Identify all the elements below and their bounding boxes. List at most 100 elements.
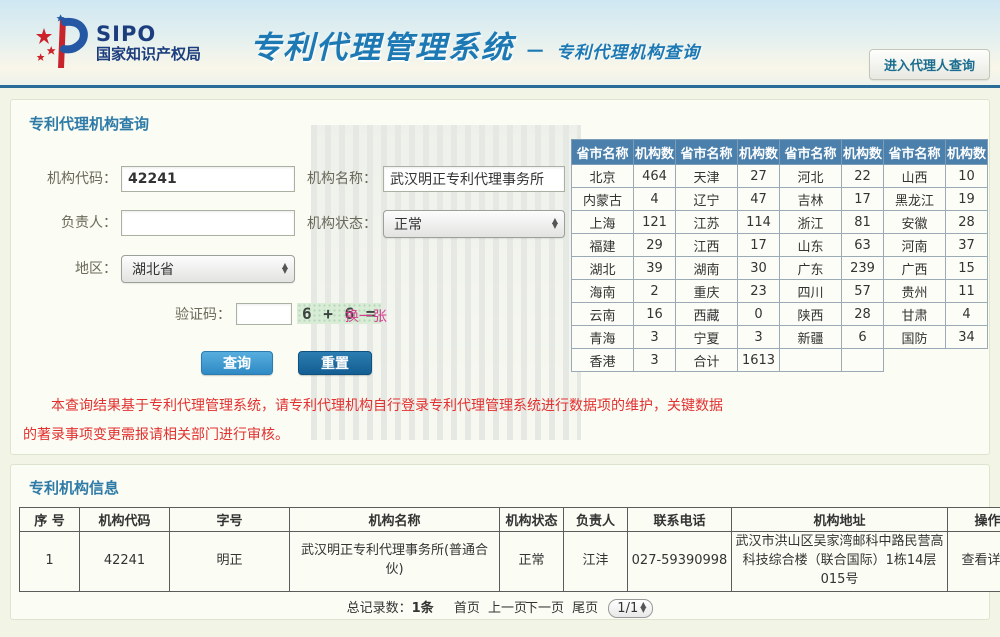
- sipo-emblem-icon: [34, 14, 90, 72]
- query-panel: 专利代理机构查询 机构代码： 机构名称： 负责人： 机构状态： 正常 地区： 湖…: [10, 99, 990, 455]
- province-name-cell: 云南: [572, 303, 634, 326]
- province-row: 内蒙古4辽宁47吉林17黑龙江19: [572, 188, 988, 211]
- select-arrows-icon: [638, 603, 648, 613]
- org-count-cell: 3: [634, 326, 676, 349]
- province-count-table: 省市名称机构数省市名称机构数省市名称机构数省市名称机构数 北京464天津27河北…: [571, 139, 988, 372]
- province-name-cell: 新疆: [780, 326, 842, 349]
- org-count-cell: 114: [738, 211, 780, 234]
- org-count-cell: 464: [634, 165, 676, 188]
- org-count-header: 机构数: [634, 140, 676, 165]
- total-records-label: 总记录数：: [347, 601, 412, 616]
- manager-input[interactable]: [121, 210, 295, 236]
- province-name-cell: [780, 349, 842, 372]
- province-name-cell: 宁夏: [676, 326, 738, 349]
- result-cell: 江沣: [564, 532, 628, 592]
- province-name-cell: 内蒙古: [572, 188, 634, 211]
- search-button[interactable]: 查询: [201, 351, 273, 375]
- result-cell: 42241: [80, 532, 170, 592]
- province-name-cell: 陕西: [780, 303, 842, 326]
- province-name-header: 省市名称: [572, 140, 634, 165]
- select-arrows-icon: [550, 219, 560, 229]
- province-name-cell: 海南: [572, 280, 634, 303]
- province-name-cell: 合计: [676, 349, 738, 372]
- province-row: 香港3合计1613: [572, 349, 988, 372]
- prev-page-link[interactable]: 上一页: [488, 601, 527, 616]
- province-name-cell: 北京: [572, 165, 634, 188]
- captcha-refresh-link[interactable]: 换一张: [345, 306, 387, 326]
- province-name-cell: 福建: [572, 234, 634, 257]
- region-label: 地区：: [13, 256, 117, 282]
- province-row: 福建29江西17山东63河南37: [572, 234, 988, 257]
- title-dash: －: [525, 39, 545, 63]
- result-row: 142241明正武汉明正专利代理事务所(普通合伙)正常江沣027-5939099…: [20, 532, 1000, 592]
- province-name-cell: 浙江: [780, 211, 842, 234]
- logo-org-text: 国家知识产权局: [96, 46, 201, 63]
- org-count-cell: 22: [842, 165, 884, 188]
- org-count-cell: 28: [842, 303, 884, 326]
- org-count-cell: 6: [842, 326, 884, 349]
- result-column-header: 字号: [170, 508, 290, 532]
- province-name-cell: 山东: [780, 234, 842, 257]
- org-count-cell: 4: [634, 188, 676, 211]
- province-row: 青海3宁夏3新疆6国防34: [572, 326, 988, 349]
- result-cell: 武汉明正专利代理事务所(普通合伙): [290, 532, 500, 592]
- province-name-cell: 四川: [780, 280, 842, 303]
- province-name-header: 省市名称: [676, 140, 738, 165]
- org-name-input[interactable]: [383, 166, 565, 192]
- region-select[interactable]: 湖北省: [121, 255, 295, 283]
- org-count-cell: 11: [946, 280, 988, 303]
- org-count-cell: 19: [946, 188, 988, 211]
- query-notice-text: 本查询结果基于专利代理管理系统，请专利代理机构自行登录专利代理管理系统进行数据项…: [23, 392, 723, 450]
- province-name-cell: 国防: [884, 326, 946, 349]
- page-number-select[interactable]: 1/1: [608, 599, 653, 618]
- reset-button[interactable]: 重置: [298, 351, 372, 375]
- first-page-link[interactable]: 首页: [454, 601, 480, 616]
- org-count-header: 机构数: [946, 140, 988, 165]
- org-count-cell: 3: [634, 349, 676, 372]
- view-detail-link[interactable]: 查看详细: [948, 532, 1000, 592]
- province-name-cell: 甘肃: [884, 303, 946, 326]
- org-count-cell: 28: [946, 211, 988, 234]
- org-count-cell: 17: [738, 234, 780, 257]
- last-page-link[interactable]: 尾页: [572, 601, 598, 616]
- result-column-header: 机构代码: [80, 508, 170, 532]
- province-name-header: 省市名称: [884, 140, 946, 165]
- province-name-cell: 青海: [572, 326, 634, 349]
- select-arrows-icon: [280, 264, 290, 274]
- org-count-cell: 23: [738, 280, 780, 303]
- org-count-cell: 39: [634, 257, 676, 280]
- org-count-cell: 30: [738, 257, 780, 280]
- next-page-link[interactable]: 下一页: [525, 601, 564, 616]
- province-name-cell: 河北: [780, 165, 842, 188]
- org-status-label: 机构状态：: [273, 211, 377, 237]
- manager-label: 负责人：: [13, 210, 117, 236]
- org-count-cell: 37: [946, 234, 988, 257]
- result-column-header: 机构地址: [732, 508, 948, 532]
- result-cell: 武汉市洪山区吴家湾邮科中路民营高科技综合楼（联合国际）1栋14层015号: [732, 532, 948, 592]
- pagination-bar: 总记录数：1条 首页 上一页下一页 尾页 1/1: [11, 597, 989, 618]
- province-name-cell: 湖南: [676, 257, 738, 280]
- result-cell: 1: [20, 532, 80, 592]
- org-status-value: 正常: [394, 214, 550, 234]
- org-count-cell: 57: [842, 280, 884, 303]
- org-count-cell: 81: [842, 211, 884, 234]
- province-name-cell: 黑龙江: [884, 188, 946, 211]
- province-name-cell: 香港: [572, 349, 634, 372]
- org-code-input[interactable]: [121, 166, 295, 192]
- org-count-header: 机构数: [738, 140, 780, 165]
- province-name-cell: 山西: [884, 165, 946, 188]
- result-cell: 027-59390998: [628, 532, 732, 592]
- result-panel-title: 专利机构信息: [29, 477, 989, 498]
- province-name-cell: 广东: [780, 257, 842, 280]
- org-count-cell: 63: [842, 234, 884, 257]
- province-name-cell: 河南: [884, 234, 946, 257]
- page-number-value: 1/1: [617, 601, 638, 616]
- province-name-cell: 天津: [676, 165, 738, 188]
- logo-sipo-text: SIPO: [96, 23, 201, 46]
- org-count-header: 机构数: [842, 140, 884, 165]
- org-status-select[interactable]: 正常: [383, 210, 565, 238]
- captcha-input[interactable]: [236, 303, 292, 325]
- agent-query-button[interactable]: 进入代理人查询: [869, 49, 990, 80]
- org-count-cell: 47: [738, 188, 780, 211]
- org-count-cell: 27: [738, 165, 780, 188]
